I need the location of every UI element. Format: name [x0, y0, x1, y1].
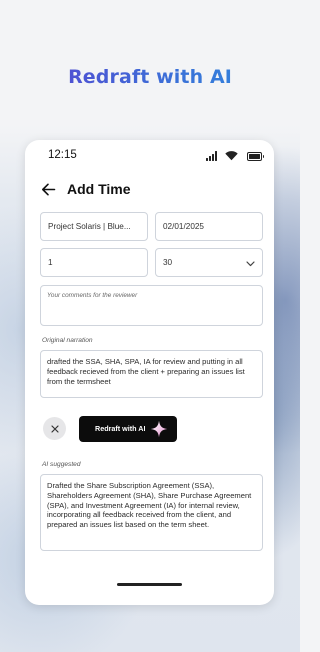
page-header: Add Time: [25, 176, 274, 204]
minutes-value: 30: [163, 258, 173, 267]
original-narration-text[interactable]: drafted the SSA, SHA, SPA, IA for review…: [40, 350, 263, 398]
arrow-left-icon[interactable]: [41, 182, 56, 197]
hours-value: 1: [48, 258, 53, 267]
project-value: Project Solaris | Blue...: [48, 222, 131, 231]
close-icon: [50, 424, 59, 433]
sparkle-icon: [150, 420, 168, 438]
reviewer-comments-input[interactable]: [47, 292, 255, 320]
minutes-select[interactable]: 30: [155, 248, 263, 277]
page-title: Add Time: [67, 181, 131, 197]
redraft-with-ai-button[interactable]: Redraft with AI: [79, 416, 177, 442]
hours-field[interactable]: 1: [40, 248, 148, 277]
original-narration-label: Original narration: [42, 337, 93, 344]
signal-icon: [206, 151, 217, 161]
status-time: 12:15: [48, 149, 77, 161]
reviewer-comments-field[interactable]: [40, 285, 263, 326]
wifi-icon: [225, 151, 238, 161]
project-select[interactable]: Project Solaris | Blue...: [40, 212, 148, 241]
home-indicator: [117, 583, 182, 586]
phone-screen: 12:15 Add Time Project Solaris | Blue...…: [25, 140, 274, 605]
status-bar: 12:15: [25, 140, 274, 172]
date-field[interactable]: 02/01/2025: [155, 212, 263, 241]
date-value: 02/01/2025: [163, 222, 204, 231]
close-button[interactable]: [43, 417, 66, 440]
redraft-button-label: Redraft with AI: [95, 424, 146, 433]
ai-suggested-text[interactable]: Drafted the Share Subscription Agreement…: [40, 474, 263, 551]
battery-icon: [247, 152, 264, 161]
promo-headline: Redraft with AI: [0, 66, 300, 88]
ai-suggested-label: AI suggested: [42, 461, 81, 468]
chevron-down-icon: [246, 261, 255, 267]
